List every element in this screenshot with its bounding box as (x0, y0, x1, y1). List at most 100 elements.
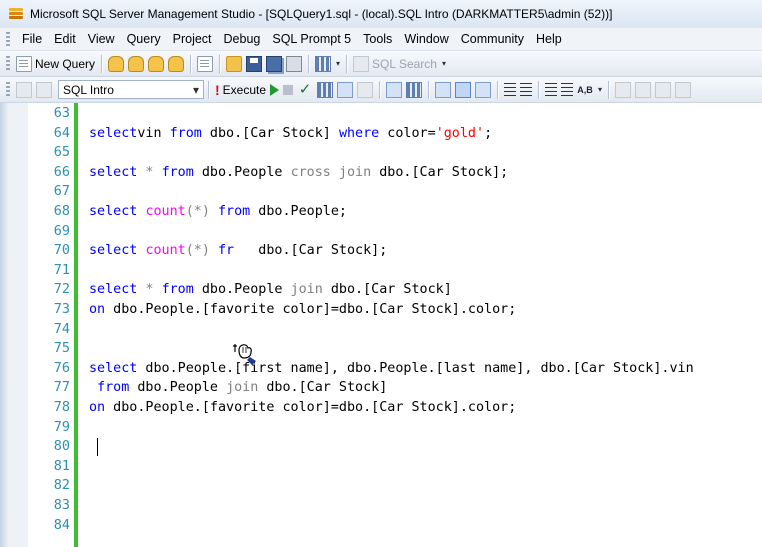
include-plan-icon (406, 81, 423, 98)
increase-indent-button[interactable] (561, 81, 574, 99)
menu-file[interactable]: File (16, 28, 48, 50)
parse-button[interactable]: ✓ (297, 81, 313, 99)
sql-search-dropdown[interactable]: ▾ (441, 55, 446, 73)
analysis-mdx-query-button[interactable] (128, 55, 145, 73)
toolbar-separator (379, 80, 381, 99)
line-number-gutter: 63 64 65 66 67 68 69 70 71 72 73 74 75 76 77 78 79 80 81 82… (28, 103, 72, 547)
query-options-button[interactable] (357, 81, 374, 99)
dmx-query-icon (148, 55, 165, 72)
uncomment-button[interactable] (520, 81, 533, 99)
save-button[interactable] (246, 55, 263, 73)
line-number: 67 (53, 183, 70, 200)
code-token: select (89, 125, 138, 141)
editor-left-edge (0, 103, 8, 547)
print-button[interactable] (286, 55, 303, 73)
save-all-button[interactable] (266, 55, 283, 73)
line-number: 72 (53, 281, 70, 298)
intellisense-button[interactable] (386, 81, 403, 99)
menu-view[interactable]: View (82, 28, 121, 50)
sql-search-button[interactable]: SQL Search (353, 55, 437, 73)
available-databases-select[interactable]: SQL Intro ▾ (58, 80, 204, 99)
sql-search-label: SQL Search (372, 56, 437, 71)
new-query-button[interactable]: New Query (16, 55, 95, 73)
code-token: select (89, 204, 138, 219)
menu-debug[interactable]: Debug (218, 28, 267, 50)
menu-grip[interactable] (6, 32, 10, 46)
line-number: 68 (53, 203, 70, 219)
line-number: 84 (53, 516, 70, 533)
analysis-dmx-query-button[interactable] (148, 55, 165, 73)
code-line[interactable]: select * from dbo.People cross join dbo.… (89, 163, 508, 183)
extra-tool-4[interactable] (675, 81, 692, 99)
uncomment-lines-icon (520, 83, 533, 96)
db-engine-query-button[interactable] (108, 55, 125, 73)
specify-values-button[interactable]: A,B (577, 81, 593, 99)
menu-tools[interactable]: Tools (357, 28, 398, 50)
code-token: from (161, 164, 194, 180)
code-token: ; (484, 125, 493, 141)
menu-community[interactable]: Community (455, 28, 530, 50)
code-line[interactable]: on dbo.People.[favorite color]=dbo.[Car … (89, 398, 516, 418)
line-number: 73 (53, 301, 70, 317)
menu-help[interactable]: Help (530, 28, 568, 50)
code-line[interactable]: select dbo.People.[first name], dbo.Peop… (89, 359, 694, 379)
chevron-down-icon: ▾ (336, 59, 341, 68)
change-connection-button[interactable] (36, 81, 52, 99)
comment-button[interactable] (504, 81, 517, 99)
extra-tool-2[interactable] (635, 81, 652, 99)
extra-tool-1[interactable] (615, 81, 632, 99)
results-to-grid-button[interactable] (455, 81, 472, 99)
code-token: dbo.[Car Stock] (258, 380, 388, 396)
toolbar2-options-dropdown[interactable]: ▾ (597, 81, 602, 99)
indicator-margin[interactable] (8, 103, 28, 547)
query-editor[interactable]: 63 64 65 66 67 68 69 70 71 72 73 74 75 76 77 78 79 80 81 82… (0, 103, 762, 547)
menu-edit[interactable]: Edit (48, 28, 82, 50)
connect-icon (16, 81, 32, 98)
execute-button[interactable]: ! Execute (215, 81, 266, 99)
change-tracking-bar (74, 103, 78, 547)
code-line[interactable]: select * from dbo.People join dbo.[Car S… (89, 280, 452, 300)
new-file-button[interactable] (197, 55, 214, 73)
analysis-query-icon (128, 55, 145, 72)
query-designer-icon (337, 81, 354, 98)
code-token: 'gold' (435, 125, 485, 141)
activity-monitor-button[interactable] (315, 55, 332, 73)
menu-project[interactable]: Project (167, 28, 218, 50)
window-title: Microsoft SQL Server Management Studio -… (30, 7, 613, 21)
include-plan-button[interactable] (406, 81, 423, 99)
open-file-button[interactable] (226, 55, 243, 73)
code-token: count (145, 204, 186, 219)
connect-button[interactable] (16, 81, 32, 99)
code-token: from (169, 125, 202, 141)
decrease-indent-button[interactable] (545, 81, 558, 99)
code-line[interactable]: from dbo.People join dbo.[Car Stock] (89, 378, 387, 398)
menu-query[interactable]: Query (121, 28, 167, 50)
menu-window[interactable]: Window (398, 28, 454, 50)
toolbar-grip[interactable] (6, 55, 10, 72)
code-area[interactable]: selectvin from dbo.[Car Stock] where col… (89, 103, 749, 547)
xmla-query-button[interactable] (168, 55, 185, 73)
print-icon (286, 55, 303, 72)
code-line[interactable]: select count(*) from dbo.People; (89, 202, 347, 222)
ab-icon: A,B (577, 84, 593, 95)
database-engine-query-icon (108, 55, 125, 72)
toolbar-options-dropdown[interactable]: ▾ (335, 55, 340, 73)
code-token: (*) (185, 243, 210, 259)
line-number: 78 (53, 399, 70, 415)
menu-sql-prompt[interactable]: SQL Prompt 5 (266, 28, 357, 50)
line-number: 82 (53, 477, 70, 494)
extra-tool-3[interactable] (655, 81, 672, 99)
cancel-query-button[interactable] (283, 81, 294, 99)
line-number: 65 (53, 144, 70, 161)
toolbar-grip[interactable] (6, 81, 10, 98)
code-line[interactable]: on dbo.People.[favorite color]=dbo.[Car … (89, 300, 516, 320)
display-plan-button[interactable] (317, 81, 334, 99)
xmla-query-icon (168, 55, 185, 72)
code-line[interactable]: select count(*) fr dbo.[Car Stock]; (89, 241, 387, 261)
client-stats-button[interactable] (435, 81, 452, 99)
debug-button[interactable] (270, 81, 280, 99)
results-to-file-button[interactable] (475, 81, 492, 99)
query-designer-button[interactable] (337, 81, 354, 99)
code-line[interactable]: selectvin from dbo.[Car Stock] where col… (89, 124, 492, 144)
